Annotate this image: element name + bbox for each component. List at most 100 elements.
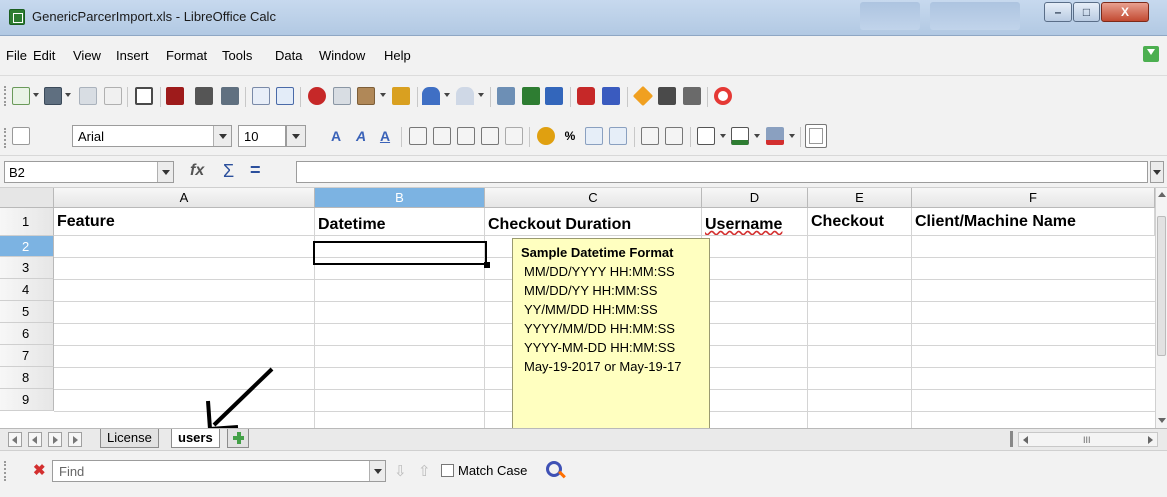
sort-ascending-icon[interactable] — [522, 87, 540, 105]
menu-window[interactable]: Window — [319, 48, 365, 63]
add-sheet-icon[interactable] — [227, 429, 249, 448]
column-header-e[interactable]: E — [808, 188, 912, 208]
close-find-icon[interactable]: ✖ — [33, 461, 46, 479]
tab-splitter[interactable] — [1010, 431, 1013, 447]
column-header-b[interactable]: B — [315, 188, 485, 208]
menu-file[interactable]: File — [6, 48, 27, 63]
scroll-left-icon[interactable] — [1023, 436, 1028, 444]
vertical-scrollbar[interactable] — [1155, 188, 1167, 428]
first-sheet-icon[interactable] — [8, 432, 22, 447]
font-name-select[interactable]: Arial — [72, 125, 232, 147]
clone-formatting-icon[interactable] — [392, 87, 410, 105]
pivot-table-icon[interactable] — [602, 87, 620, 105]
export-pdf-icon[interactable] — [166, 87, 184, 105]
percent-format-icon[interactable]: % — [561, 127, 579, 145]
background-color-icon[interactable] — [731, 127, 749, 145]
print-icon[interactable] — [195, 87, 213, 105]
hyperlink-icon[interactable] — [497, 87, 515, 105]
merge-cells-icon[interactable] — [505, 127, 523, 145]
chevron-down-icon[interactable] — [478, 93, 484, 97]
align-center-icon[interactable] — [433, 127, 451, 145]
cell-d1[interactable]: Username — [702, 208, 808, 236]
print-preview-icon[interactable] — [221, 87, 239, 105]
borders-icon[interactable] — [697, 127, 715, 145]
chevron-down-icon[interactable] — [369, 461, 385, 481]
font-color-icon[interactable] — [766, 127, 784, 145]
row-header-9[interactable]: 9 — [0, 389, 54, 411]
menu-edit[interactable]: Edit — [33, 48, 55, 63]
row-header-8[interactable]: 8 — [0, 367, 54, 389]
sheet-tab-users[interactable]: users — [171, 429, 220, 448]
increase-indent-icon[interactable] — [665, 127, 683, 145]
help-lifebuoy-icon[interactable] — [714, 87, 732, 105]
chevron-down-icon[interactable] — [213, 126, 231, 146]
menu-format[interactable]: Format — [166, 48, 207, 63]
row-header-4[interactable]: 4 — [0, 279, 54, 301]
horizontal-scrollbar[interactable]: III — [1018, 432, 1158, 447]
chevron-down-icon[interactable] — [65, 93, 71, 97]
find-input[interactable]: Find — [52, 460, 386, 482]
toolbar-grip[interactable] — [4, 128, 7, 148]
sum-icon[interactable]: Σ — [223, 161, 234, 182]
column-header-d[interactable]: D — [702, 188, 808, 208]
data-sources-icon[interactable] — [683, 87, 701, 105]
row-header-1[interactable]: 1 — [0, 208, 54, 236]
update-download-icon[interactable] — [1143, 46, 1159, 62]
add-decimal-icon[interactable] — [585, 127, 603, 145]
row-header-3[interactable]: 3 — [0, 257, 54, 279]
chevron-down-icon[interactable] — [789, 134, 795, 138]
expand-formula-bar-icon[interactable] — [1150, 161, 1164, 183]
formula-input[interactable] — [296, 161, 1148, 183]
styles-icon[interactable] — [12, 127, 30, 145]
row-header-7[interactable]: 7 — [0, 345, 54, 367]
select-all-corner[interactable] — [0, 188, 54, 208]
chevron-down-icon[interactable] — [157, 162, 173, 182]
navigator-icon[interactable] — [632, 85, 654, 107]
cell-b1[interactable]: Datetime — [315, 208, 485, 236]
spreadsheet-grid[interactable]: A B C D E F 1 2 3 4 5 6 7 8 9 Feature Da… — [0, 188, 1155, 430]
column-header-a[interactable]: A — [54, 188, 315, 208]
find-replace-icon[interactable] — [546, 461, 562, 477]
find-previous-icon[interactable]: ⇧ — [418, 462, 431, 480]
spellcheck-icon[interactable] — [252, 87, 270, 105]
align-right-icon[interactable] — [457, 127, 475, 145]
currency-format-icon[interactable] — [537, 127, 555, 145]
name-box[interactable]: B2 — [4, 161, 174, 183]
underline-icon[interactable]: A — [376, 127, 394, 145]
redo-icon[interactable] — [456, 87, 474, 105]
menu-insert[interactable]: Insert — [116, 48, 149, 63]
chevron-down-icon[interactable] — [720, 134, 726, 138]
chevron-down-icon[interactable] — [287, 126, 305, 146]
chevron-down-icon[interactable] — [33, 93, 39, 97]
font-size-dropdown[interactable] — [286, 125, 306, 147]
close-button[interactable]: X — [1101, 2, 1149, 22]
grid-lines-icon[interactable] — [805, 124, 827, 148]
save-icon[interactable] — [79, 87, 97, 105]
column-header-f[interactable]: F — [912, 188, 1155, 208]
menu-data[interactable]: Data — [275, 48, 302, 63]
delete-decimal-icon[interactable] — [609, 127, 627, 145]
match-case-checkbox[interactable] — [441, 464, 454, 477]
scrollbar-grip[interactable]: III — [1083, 435, 1091, 445]
font-size-select[interactable]: 10 — [238, 125, 286, 147]
menu-help[interactable]: Help — [384, 48, 411, 63]
decrease-indent-icon[interactable] — [641, 127, 659, 145]
insert-chart-icon[interactable] — [577, 87, 595, 105]
row-header-2[interactable]: 2 — [0, 236, 54, 257]
scroll-down-icon[interactable] — [1158, 418, 1166, 423]
gallery-icon[interactable] — [658, 87, 676, 105]
edit-file-icon[interactable] — [135, 87, 153, 105]
maximize-button[interactable]: □ — [1073, 2, 1100, 22]
scroll-right-icon[interactable] — [1148, 436, 1153, 444]
copy-icon[interactable] — [333, 87, 351, 105]
chevron-down-icon[interactable] — [754, 134, 760, 138]
cell-c1[interactable]: Checkout Duration — [485, 208, 702, 236]
toolbar-grip[interactable] — [4, 461, 7, 481]
chevron-down-icon[interactable] — [444, 93, 450, 97]
menu-view[interactable]: View — [73, 48, 101, 63]
scrollbar-thumb[interactable] — [1157, 216, 1166, 356]
cut-icon[interactable] — [308, 87, 326, 105]
toolbar-grip[interactable] — [4, 86, 7, 106]
active-cell-cursor[interactable] — [313, 241, 490, 268]
scroll-up-icon[interactable] — [1158, 192, 1166, 197]
